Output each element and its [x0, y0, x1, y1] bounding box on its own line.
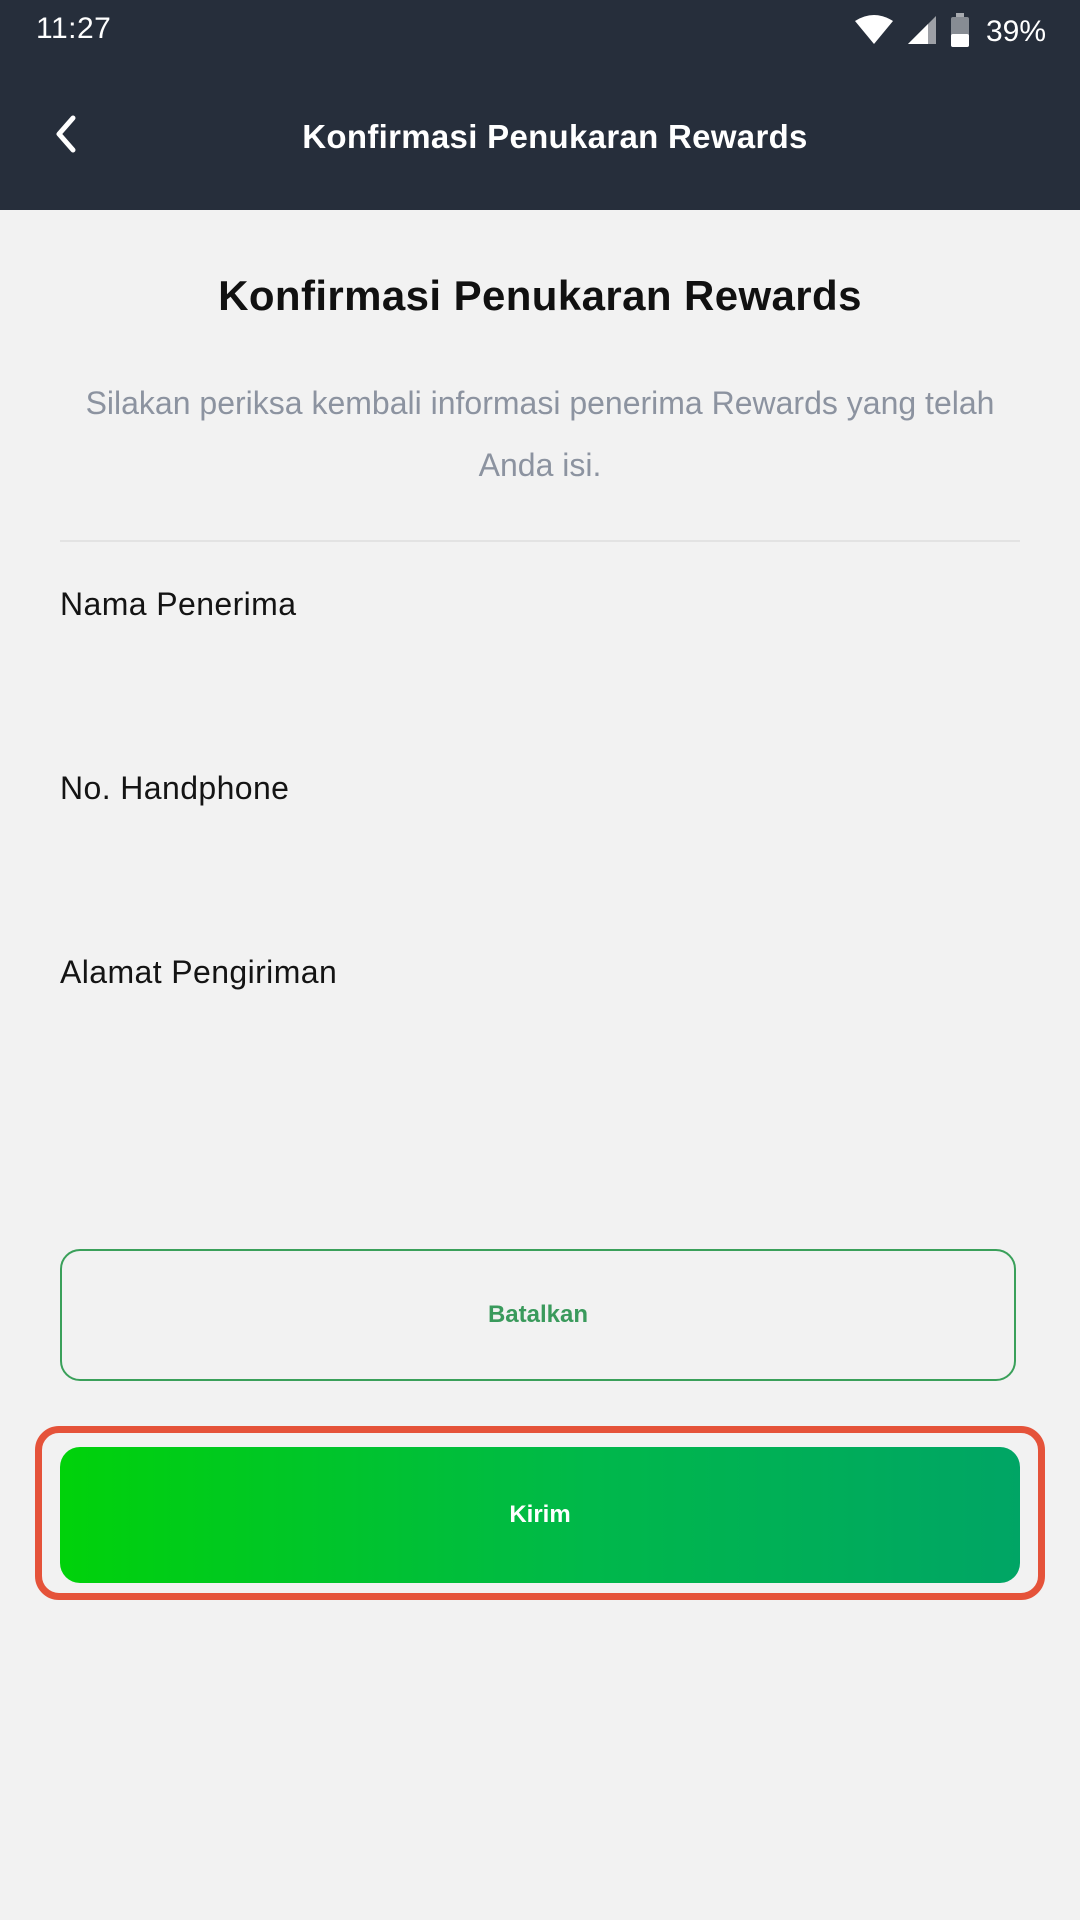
send-button[interactable]: Kirim — [60, 1447, 1020, 1583]
phone-number-label: No. Handphone — [60, 770, 290, 806]
battery-icon — [950, 12, 970, 52]
shipping-address-label: Alamat Pengiriman — [60, 954, 338, 990]
divider — [60, 540, 1020, 542]
wifi-icon — [854, 14, 894, 50]
app-bar-title: Konfirmasi Penukaran Rewards — [302, 118, 808, 155]
status-bar: 11:27 39% — [0, 0, 1080, 62]
cancel-button[interactable]: Batalkan — [60, 1249, 1016, 1381]
page-title: Konfirmasi Penukaran Rewards — [218, 272, 862, 319]
page-subtitle: Silakan periksa kembali informasi peneri… — [85, 385, 995, 483]
recipient-name-label: Nama Penerima — [60, 586, 297, 622]
status-icons: 39% — [854, 12, 1046, 52]
battery-percentage: 39% — [985, 15, 1046, 48]
status-time: 11:27 — [36, 12, 112, 45]
signal-icon — [906, 14, 938, 51]
app-bar: Konfirmasi Penukaran Rewards — [0, 62, 1080, 210]
